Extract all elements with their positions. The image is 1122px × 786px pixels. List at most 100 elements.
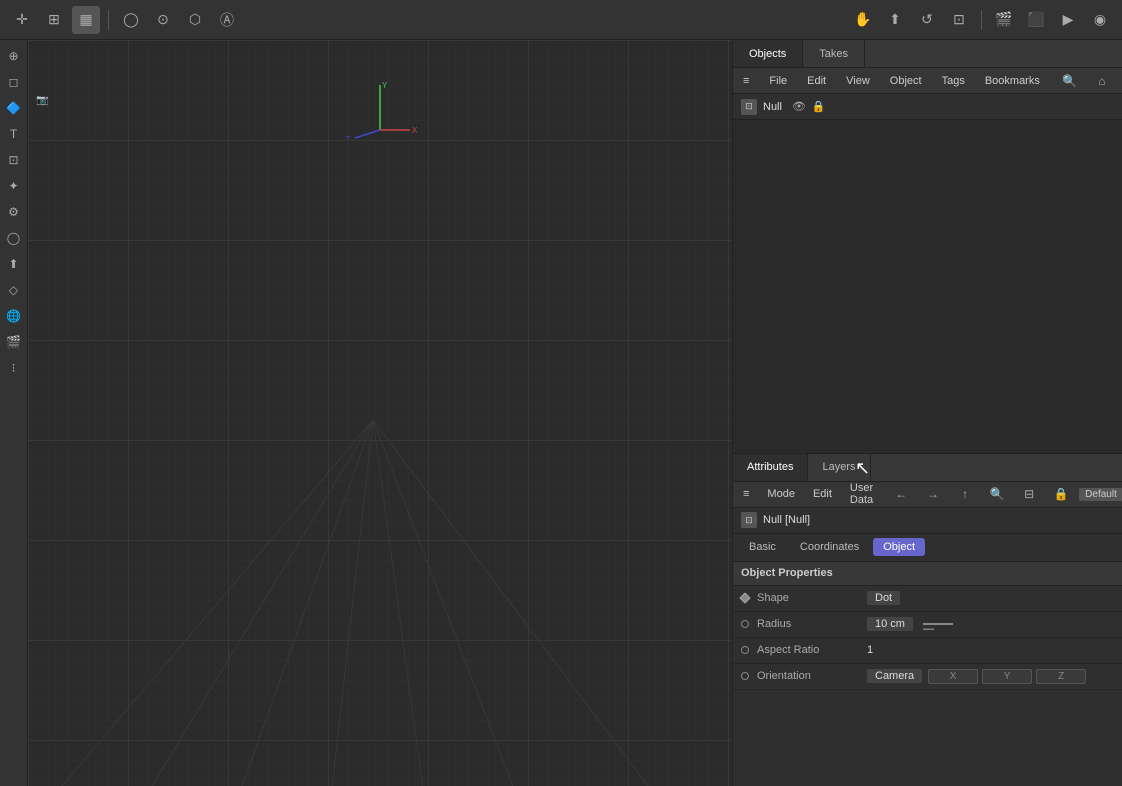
top-toolbar: ✛ ⊞ ▦ ◯ ⊙ ⬡ Ⓐ ✋ ⬆ ↺ ⊡ 🎬 ⬛ ▶ ◉ xyxy=(0,0,1122,40)
svg-text:Y: Y xyxy=(382,81,388,90)
hamburger-menu[interactable]: ≡ xyxy=(739,73,753,89)
play-icon[interactable]: ▶ xyxy=(1054,6,1082,34)
prop-shape: Shape Dot xyxy=(733,586,1122,612)
scatter-icon[interactable]: ✦ xyxy=(2,174,26,198)
z-input[interactable]: Z xyxy=(1036,669,1086,684)
tab-takes[interactable]: Takes xyxy=(803,40,865,67)
attributes-section: Attributes Layers ≡ Mode Edit User Data … xyxy=(733,453,1122,786)
refresh-icon[interactable]: ↺ xyxy=(913,6,941,34)
record-icon[interactable]: ◉ xyxy=(1086,6,1114,34)
tab-basic[interactable]: Basic xyxy=(739,538,786,556)
radius-line: — xyxy=(923,623,953,625)
home-icon[interactable]: ⌂ xyxy=(1088,67,1116,95)
x-input[interactable]: X xyxy=(928,669,978,684)
file-menu[interactable]: File xyxy=(765,73,791,89)
frame-icon[interactable]: ⬛ xyxy=(1022,6,1050,34)
y-input[interactable]: Y xyxy=(982,669,1032,684)
cube-icon[interactable]: ◻ xyxy=(2,70,26,94)
tab-layers[interactable]: Layers xyxy=(808,454,870,481)
transform-icon[interactable]: ✛ xyxy=(8,6,36,34)
view-menu[interactable]: View xyxy=(842,73,874,89)
select-icon[interactable]: ⊡ xyxy=(2,148,26,172)
orientation-badge[interactable]: Camera xyxy=(867,669,922,683)
object-full-name: Null [Null] xyxy=(763,514,810,526)
svg-text:Z: Z xyxy=(345,135,350,140)
radius-dot xyxy=(741,620,749,628)
tab-objects[interactable]: Objects xyxy=(733,40,803,67)
right-panel: Objects Takes ≡ File Edit View Object Ta… xyxy=(732,40,1122,786)
orientation-xyz: X Y Z xyxy=(928,669,1086,684)
attr-up[interactable]: ↑ xyxy=(951,480,979,508)
objects-list[interactable] xyxy=(733,120,1122,453)
active-tool-icon[interactable]: ▦ xyxy=(72,6,100,34)
tab-object[interactable]: Object xyxy=(873,538,925,556)
camera-label: 📷 xyxy=(36,95,48,106)
move-icon[interactable]: ✋ xyxy=(849,6,877,34)
visibility-toggle[interactable]: 👁 xyxy=(792,100,806,113)
shape-label: Shape xyxy=(757,592,867,604)
circle-icon[interactable]: ◯ xyxy=(2,226,26,250)
null-icon: ⊡ xyxy=(741,99,757,115)
circle-tool[interactable]: ◯ xyxy=(117,6,145,34)
prop-orientation: Orientation Camera X Y Z xyxy=(733,664,1122,690)
orientation-dot xyxy=(741,672,749,680)
shape-icon[interactable]: ◇ xyxy=(2,278,26,302)
text-icon[interactable]: T xyxy=(2,122,26,146)
attr-search[interactable]: 🔍 xyxy=(983,480,1011,508)
attr-filter[interactable]: ⊟ xyxy=(1015,480,1043,508)
render-icon[interactable]: 🎬 xyxy=(990,6,1018,34)
film-icon[interactable]: 🎬 xyxy=(2,330,26,354)
viewport[interactable]: Y X Z 📷 xyxy=(28,40,732,786)
attr-back[interactable]: ← xyxy=(887,480,915,508)
globe-icon[interactable]: 🌐 xyxy=(2,304,26,328)
dots-icon[interactable]: ⁝ xyxy=(2,356,26,380)
svg-text:X: X xyxy=(412,126,418,135)
cube-3d-icon[interactable]: 🔷 xyxy=(2,96,26,120)
separator-1 xyxy=(108,10,109,30)
radius-badge[interactable]: 10 cm xyxy=(867,617,913,631)
default-badge: Default xyxy=(1079,488,1122,501)
attr-menu-bar: ≡ Mode Edit User Data ← → ↑ 🔍 ⊟ 🔒 Defaul… xyxy=(733,482,1122,508)
null-obj-icon: ⊡ xyxy=(741,512,757,528)
aspect-text: 1 xyxy=(867,644,873,656)
search-icon[interactable]: 🔍 xyxy=(1056,67,1084,95)
a-icon[interactable]: Ⓐ xyxy=(213,6,241,34)
grid-icon[interactable]: ⊞ xyxy=(40,6,68,34)
attr-lock[interactable]: 🔒 xyxy=(1047,480,1075,508)
target-icon[interactable]: ⊙ xyxy=(149,6,177,34)
tab-coordinates[interactable]: Coordinates xyxy=(790,538,869,556)
attr-edit[interactable]: Edit xyxy=(809,486,836,502)
panel-tabs: Objects Takes xyxy=(733,40,1122,68)
viewport-icon[interactable]: ⊕ xyxy=(2,44,26,68)
viewport-axes: Y X Z xyxy=(340,80,420,140)
bookmarks-menu[interactable]: Bookmarks xyxy=(981,73,1044,89)
properties-content: Object Properties Shape Dot Radius 10 cm xyxy=(733,562,1122,786)
lock-icon[interactable]: 🔒 xyxy=(812,100,826,113)
tags-menu[interactable]: Tags xyxy=(938,73,969,89)
radius-label: Radius xyxy=(757,618,867,630)
attr-menu-icons: ← → ↑ 🔍 ⊟ 🔒 Default xyxy=(887,480,1122,508)
attr-userdata[interactable]: User Data xyxy=(846,480,877,508)
filter-icon[interactable]: ⊡ xyxy=(945,6,973,34)
aspect-dot xyxy=(741,646,749,654)
shape-badge[interactable]: Dot xyxy=(867,591,900,605)
tab-attributes[interactable]: Attributes xyxy=(733,454,808,481)
export-icon[interactable]: ⬆ xyxy=(2,252,26,276)
separator-2 xyxy=(981,10,982,30)
object-menu[interactable]: Object xyxy=(886,73,926,89)
prop-tabs: Basic Coordinates Object xyxy=(733,534,1122,562)
attr-forward[interactable]: → xyxy=(919,480,947,508)
object-breadcrumb: ⊡ Null 👁 🔒 xyxy=(733,94,1122,120)
panel-menu-icons: 🔍 ⌂ ≡ xyxy=(1056,67,1122,95)
breadcrumb-text: Null xyxy=(763,101,782,113)
edit-menu[interactable]: Edit xyxy=(803,73,830,89)
attr-hamburger[interactable]: ≡ xyxy=(739,486,753,502)
main-area: ⊕ ◻ 🔷 T ⊡ ✦ ⚙ ◯ ⬆ ◇ 🌐 🎬 ⁝ xyxy=(0,40,1122,786)
gear-icon[interactable]: ⚙ xyxy=(2,200,26,224)
orientation-label: Orientation xyxy=(757,670,867,682)
panel-menu-bar: ≡ File Edit View Object Tags Bookmarks 🔍… xyxy=(733,68,1122,94)
up-icon[interactable]: ⬆ xyxy=(881,6,909,34)
attr-mode[interactable]: Mode xyxy=(763,486,799,502)
object-icon[interactable]: ⬡ xyxy=(181,6,209,34)
aspect-value: 1 xyxy=(867,644,1114,656)
